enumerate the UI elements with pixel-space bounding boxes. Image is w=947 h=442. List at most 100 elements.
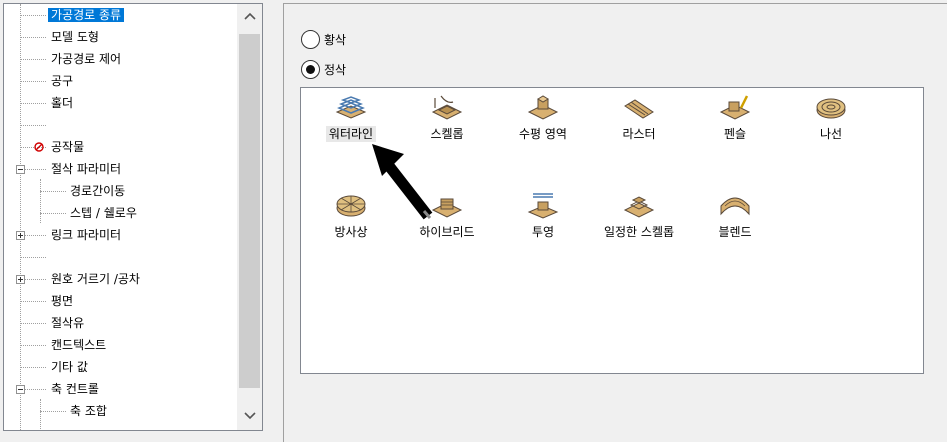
- tree-item-label: 경로간이동: [70, 184, 126, 198]
- tree-connector: [20, 323, 46, 324]
- chevron-down-icon[interactable]: [237, 404, 262, 430]
- tree-item-label: 링크 파라미터: [51, 228, 122, 242]
- spiral-icon: [816, 98, 846, 119]
- parameter-tree: 가공경로 종류모델 도형가공경로 제어공구홀더공작물절삭 파라미터경로간이동스텝…: [3, 3, 263, 431]
- strategy-raster[interactable]: 라스터: [594, 88, 684, 148]
- tree-connector: [20, 59, 46, 60]
- strategy-label: 라스터: [622, 127, 656, 141]
- tree-item-label: 가공경로 제어: [51, 52, 122, 66]
- tree-item-label: 절삭 파라미터: [51, 162, 122, 176]
- expand-plus-icon[interactable]: [16, 231, 25, 240]
- tree-item-label: [48, 250, 54, 264]
- tree-item[interactable]: 모델 도형: [48, 26, 102, 48]
- strategy-label: 나선: [819, 127, 843, 141]
- strategy-label: 워터라인: [325, 126, 377, 142]
- strategy-waterline[interactable]: 워터라인: [306, 88, 396, 148]
- strategy-spiral[interactable]: 나선: [786, 88, 876, 148]
- no-entry-icon: [34, 142, 44, 152]
- expand-plus-icon[interactable]: [16, 275, 25, 284]
- tree-connector: [20, 125, 46, 126]
- strategy-label: 블렌드: [718, 225, 752, 239]
- tree-item-label: 공작물: [51, 140, 85, 154]
- tree-connector: [40, 399, 41, 429]
- tree-item[interactable]: [48, 246, 54, 268]
- radio-circle[interactable]: [301, 29, 320, 49]
- strategy-horizontal-area[interactable]: 수평 영역: [498, 88, 588, 148]
- tree-connector: [20, 257, 46, 258]
- tree-item-label: 가공경로 종류: [48, 8, 125, 22]
- strategy-blend[interactable]: 블렌드: [690, 186, 780, 246]
- tree-item[interactable]: 공구: [48, 70, 76, 92]
- tree-item[interactable]: [48, 114, 54, 136]
- strategy-label: 일정한 스켈롭: [603, 225, 675, 239]
- tree-item[interactable]: 가공경로 종류: [48, 4, 125, 26]
- tree-connector: [40, 213, 66, 214]
- collapse-minus-icon[interactable]: [16, 165, 25, 174]
- tree-item[interactable]: 원호 거르기 /공차: [48, 268, 143, 290]
- strategy-scallop[interactable]: 스켈롭: [402, 88, 492, 148]
- strategy-label: 스켈롭: [430, 127, 464, 141]
- tree-item-label: 캔드텍스트: [51, 338, 107, 352]
- tree-connector: [20, 345, 46, 346]
- strategy-label: 펜슬: [723, 127, 747, 141]
- tree-item[interactable]: 평면: [48, 290, 76, 312]
- strategy-constant-scallop[interactable]: 일정한 스켈롭: [594, 186, 684, 246]
- tree-connector: [20, 367, 46, 368]
- tree-connector: [20, 103, 46, 104]
- tree-connector: [40, 191, 66, 192]
- strategy-projection[interactable]: 투영: [498, 186, 588, 246]
- strategy-pencil[interactable]: 펜슬: [690, 88, 780, 148]
- finishing-radio[interactable]: 정삭: [301, 59, 346, 79]
- projection-icon: [527, 193, 559, 219]
- strategy-label: 하이브리드: [419, 225, 475, 239]
- tree-item[interactable]: 기타 값: [48, 356, 91, 378]
- tree-item-label: 기타 값: [51, 360, 88, 374]
- tree-item[interactable]: 스텝 / 쉘로우: [67, 202, 140, 224]
- tree-item[interactable]: 홀더: [48, 92, 76, 114]
- tree-item-label: 공구: [51, 74, 74, 88]
- strategy-label: 방사상: [334, 225, 368, 239]
- tree-item[interactable]: 절삭 파라미터: [48, 158, 124, 180]
- blend-icon: [720, 197, 750, 216]
- tree-item-label: 축 조합: [70, 404, 107, 418]
- tree-connector: [20, 301, 46, 302]
- pencil-icon: [719, 95, 751, 120]
- tree-connector: [20, 37, 46, 38]
- tree-item-label: 축 컨트롤: [51, 382, 99, 396]
- tree-item-label: 홀더: [51, 96, 74, 110]
- tree-item-label: 모델 도형: [51, 30, 99, 44]
- tree-item[interactable]: 캔드텍스트: [48, 334, 109, 356]
- tree-item[interactable]: 축 조합: [67, 400, 110, 422]
- tree-items: 가공경로 종류모델 도형가공경로 제어공구홀더공작물절삭 파라미터경로간이동스텝…: [4, 4, 237, 430]
- strategy-label: 투영: [531, 225, 555, 239]
- tree-item-label: 스텝 / 쉘로우: [70, 206, 137, 220]
- roughing-label: 황삭: [324, 32, 347, 47]
- tree-item[interactable]: 공작물: [48, 136, 87, 158]
- chevron-up-icon[interactable]: [237, 4, 262, 30]
- tree-connector: [40, 411, 66, 412]
- tree-item-label: 절삭유: [51, 316, 85, 330]
- tree-item[interactable]: 축 컨트롤: [48, 378, 102, 400]
- tree-item[interactable]: 링크 파라미터: [48, 224, 124, 246]
- roughing-radio[interactable]: 황삭: [301, 29, 346, 49]
- tree-item[interactable]: 경로간이동: [67, 180, 128, 202]
- finishing-label: 정삭: [324, 62, 347, 77]
- scrollbar-thumb[interactable]: [239, 34, 260, 388]
- tree-item[interactable]: 절삭유: [48, 312, 87, 334]
- tree-item-label: [48, 118, 54, 132]
- scallop-icon: [431, 95, 463, 120]
- radio-circle[interactable]: [301, 59, 320, 79]
- radial-icon: [336, 195, 366, 217]
- tree-item-label: 평면: [51, 294, 74, 308]
- raster-icon: [624, 99, 654, 119]
- strategy-grid: 워터라인 스켈롭 수평 영역 라스터 펜슬 나선 방사상 하이브리드 투영 일정…: [300, 87, 924, 374]
- tree-scrollbar[interactable]: [237, 4, 262, 430]
- constant-scallop-icon: [623, 196, 655, 218]
- tree-connector: [20, 81, 46, 82]
- collapse-minus-icon[interactable]: [16, 385, 25, 394]
- horizontal-area-icon: [527, 95, 559, 120]
- tree-item-label: 원호 거르기 /공차: [51, 272, 140, 286]
- tree-item[interactable]: 가공경로 제어: [48, 48, 124, 70]
- tree-connector: [20, 15, 46, 16]
- tree-connector: [40, 179, 41, 223]
